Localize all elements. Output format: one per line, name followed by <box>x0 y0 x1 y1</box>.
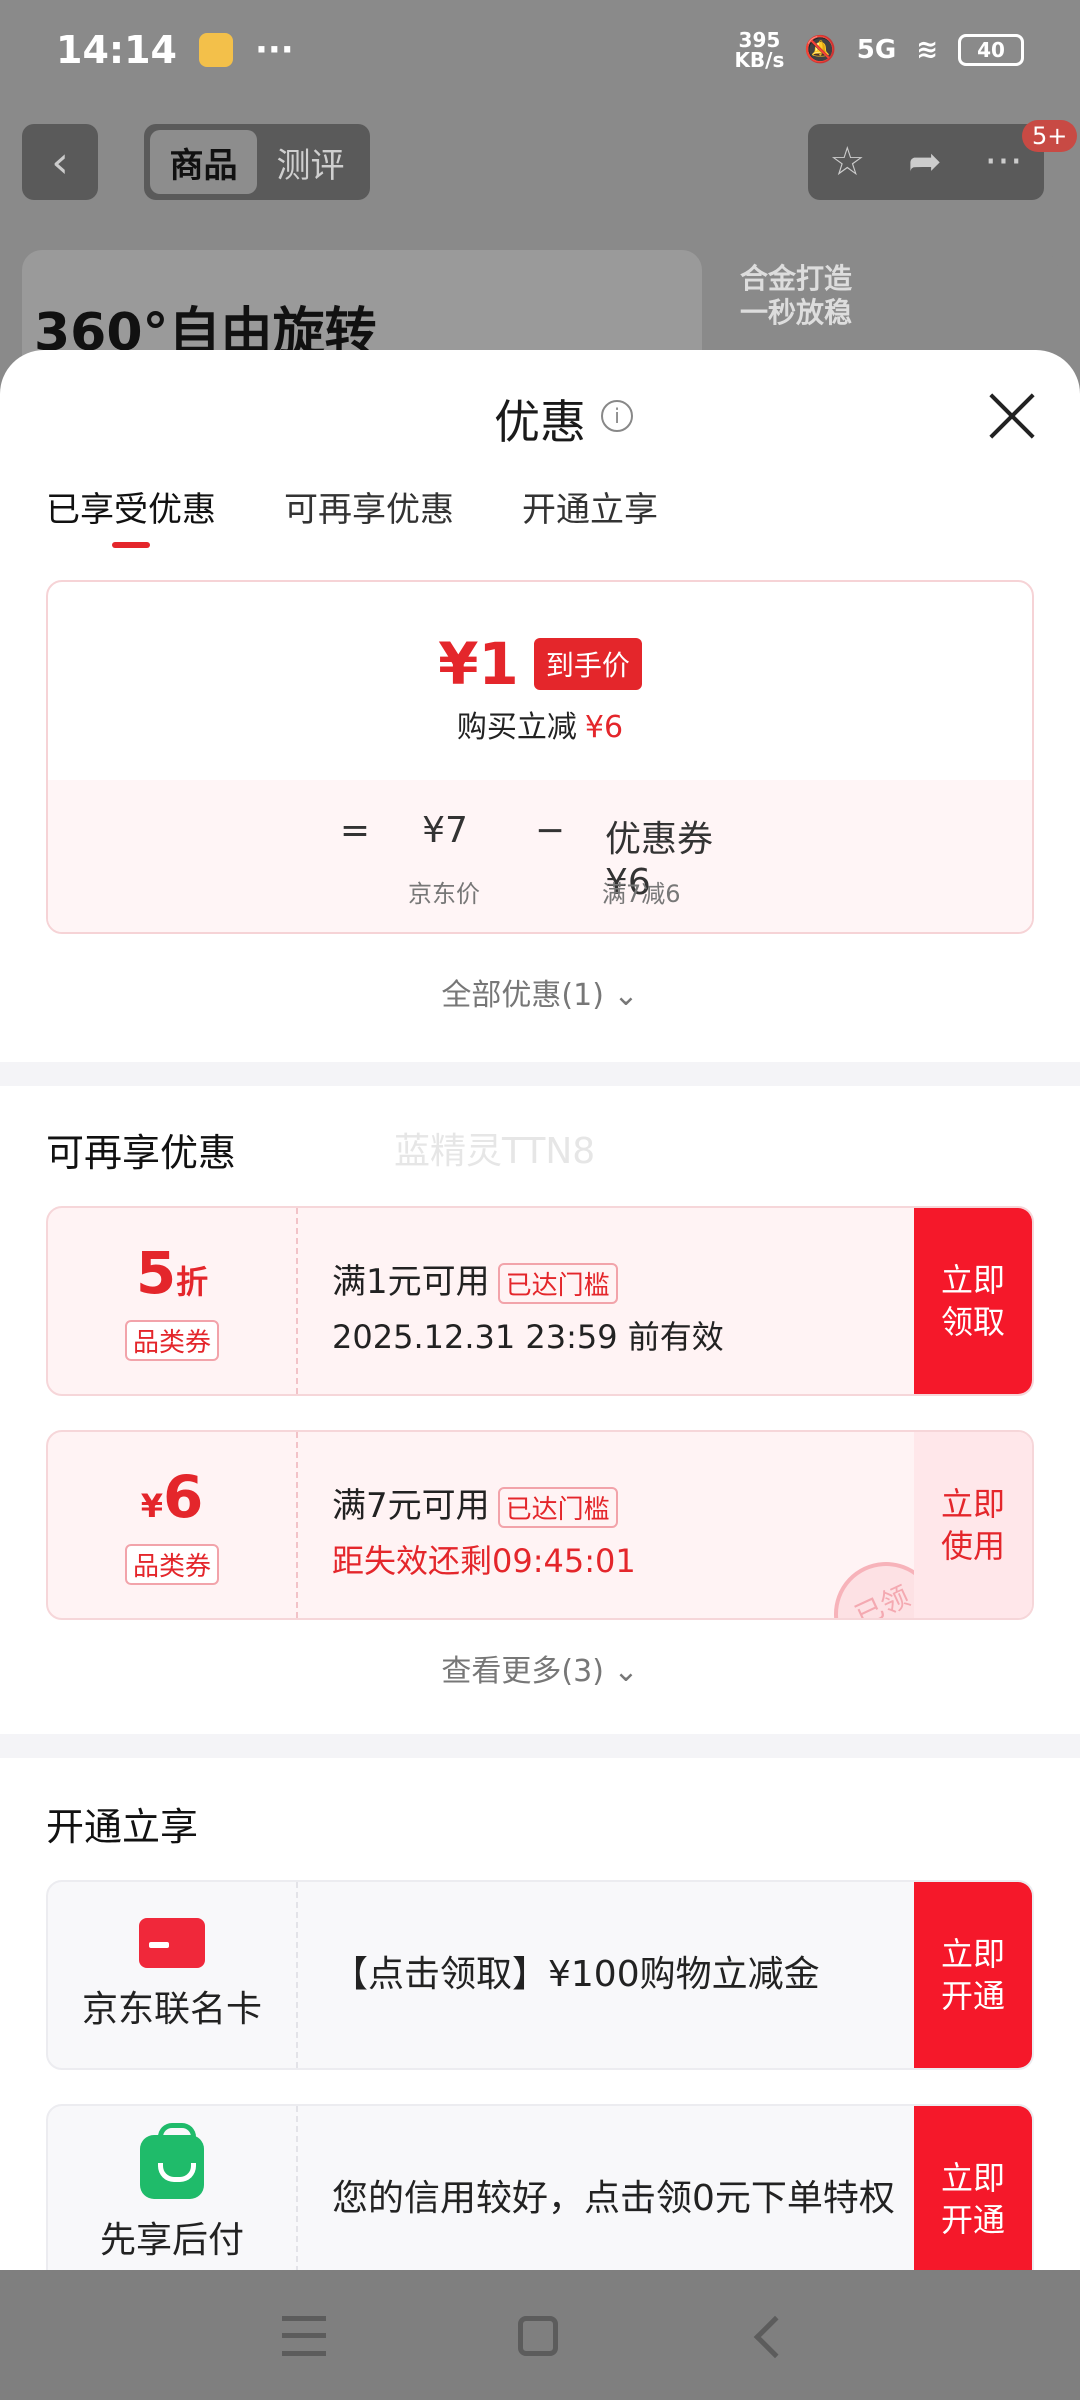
status-bar: 14:14 ··· 395 KB/s 🔕 5G ≋ 40 <box>0 0 1080 100</box>
formula-minus: − <box>534 810 566 851</box>
claim-coupon-button[interactable]: 立即 领取 <box>914 1208 1032 1394</box>
coupon-details: 满7元可用 已达门槛 距失效还剩09:45:01 <box>332 1478 892 1582</box>
service-brand: 先享后付 <box>48 2106 298 2270</box>
sheet-title: 优惠 <box>494 395 586 449</box>
system-nav-bar <box>0 2270 1080 2400</box>
all-deals-link[interactable]: 全部优惠(1) ⌄ <box>0 970 1080 1014</box>
recent-apps-icon[interactable] <box>282 2316 326 2356</box>
coupon-value: ¥6 <box>140 1463 204 1531</box>
tab-enjoyed[interactable]: 已享受优惠 <box>46 470 216 550</box>
service-description: 【点击领取】¥100购物立减金 <box>332 1954 820 1995</box>
coupon-value: 5折 <box>135 1239 209 1307</box>
final-price-value: ¥1 <box>438 630 519 698</box>
info-icon[interactable]: i <box>601 400 633 432</box>
section-divider <box>0 1062 1080 1086</box>
mute-icon: 🔕 <box>804 35 837 65</box>
coupon-card: ¥6 品类券 满7元可用 已达门槛 距失效还剩09:45:01 已领 立即 使用 <box>46 1430 1034 1620</box>
shopping-bag-icon <box>140 2123 204 2199</box>
signal-5g: 5G <box>856 35 897 65</box>
close-icon[interactable] <box>986 390 1038 442</box>
coupon-condition: 满7元可用 <box>332 1486 490 1526</box>
back-nav-icon[interactable] <box>753 2315 797 2359</box>
more-menu-icon[interactable]: ··· <box>984 139 1022 185</box>
open-enjoy-title: 开通立享 <box>46 1805 199 1849</box>
tab-more-deals[interactable]: 可再享优惠 <box>284 470 454 550</box>
coupon-rule-label: 满7减6 <box>602 880 681 908</box>
tab-open-enjoy[interactable]: 开通立享 <box>522 470 658 550</box>
section-divider <box>0 1734 1080 1758</box>
status-time: 14:14 <box>56 28 177 72</box>
final-price-tag: 到手价 <box>533 638 642 690</box>
wifi-icon: ≋ <box>916 35 938 65</box>
discount-tabs: 已享受优惠 可再享优惠 开通立享 <box>0 470 1080 550</box>
service-card: 先享后付 您的信用较好，点击领0元下单特权 立即 开通 <box>46 2104 1034 2270</box>
net-speed: 395 KB/s <box>734 28 785 72</box>
favorite-star-icon[interactable]: ☆ <box>829 139 865 185</box>
use-coupon-button[interactable]: 立即 使用 <box>914 1432 1032 1618</box>
coupon-validity: 2025.12.31 23:59 前有效 <box>332 1318 724 1356</box>
threshold-chip: 已达门槛 <box>497 1487 618 1528</box>
message-badge: 5+ <box>1022 120 1078 152</box>
formula-equals: = <box>339 810 371 851</box>
instant-discount: 购买立减 ¥6 <box>456 710 624 745</box>
threshold-chip: 已达门槛 <box>497 1263 618 1304</box>
service-name: 先享后付 <box>99 2220 244 2261</box>
back-button[interactable]: ‹ <box>22 124 98 200</box>
discount-sheet: 优惠 i 已享受优惠 可再享优惠 开通立享 ¥1 到手价 购买立减 ¥6 = ¥7… <box>0 350 1080 2270</box>
coupon-details: 满1元可用 已达门槛 2025.12.31 23:59 前有效 <box>332 1254 892 1358</box>
coupon-type: 品类券 <box>124 1544 219 1585</box>
thumbnail-text: 合金打造 一秒放稳 <box>740 262 853 329</box>
coupon-value-area: ¥6 品类券 <box>48 1432 298 1618</box>
final-price-card: ¥1 到手价 购买立减 ¥6 = ¥7 − 优惠券 ¥6 京东价 满7减6 <box>46 580 1034 934</box>
top-actions: ☆ ➦ ··· <box>808 124 1044 200</box>
more-deals-title: 可再享优惠 <box>46 1131 237 1175</box>
watermark: 蓝精灵TTN8 <box>394 1131 596 1172</box>
tab-product[interactable]: 商品 <box>150 130 257 194</box>
price-formula: = ¥7 − 优惠券 ¥6 <box>48 810 1032 903</box>
service-brand: 京东联名卡 <box>48 1882 298 2068</box>
battery-icon: 40 <box>958 34 1024 66</box>
sheet-header: 优惠 i <box>0 350 1080 470</box>
credit-card-icon <box>139 1918 205 1968</box>
product-nav-row: ‹ 商品 测评 ☆ ➦ ··· <box>0 124 1080 200</box>
share-icon[interactable]: ➦ <box>908 139 942 185</box>
final-price: ¥1 到手价 <box>48 630 1032 698</box>
jd-price-label: 京东价 <box>408 880 480 908</box>
coupon-value-area: 5折 品类券 <box>48 1208 298 1394</box>
coupon-countdown: 距失效还剩09:45:01 <box>332 1542 636 1580</box>
see-more-link[interactable]: 查看更多(3) ⌄ <box>0 1646 1080 1690</box>
notification-app-icon <box>198 33 233 67</box>
service-description: 您的信用较好，点击领0元下单特权 <box>332 2178 895 2219</box>
service-name: 京东联名卡 <box>81 1989 262 2030</box>
coupon-card: 5折 品类券 满1元可用 已达门槛 2025.12.31 23:59 前有效 立即… <box>46 1206 1034 1396</box>
open-service-button[interactable]: 立即 开通 <box>914 2106 1032 2270</box>
more-notifications-icon: ··· <box>254 30 294 70</box>
service-card: 京东联名卡 【点击领取】¥100购物立减金 立即 开通 <box>46 1880 1034 2070</box>
home-icon[interactable] <box>518 2316 558 2356</box>
tab-review[interactable]: 测评 <box>257 130 364 194</box>
product-tabs: 商品 测评 <box>144 124 370 200</box>
coupon-type: 品类券 <box>124 1320 219 1361</box>
coupon-condition: 满1元可用 <box>332 1262 490 1302</box>
status-indicators: 395 KB/s 🔕 5G ≋ 40 <box>734 30 1024 70</box>
open-service-button[interactable]: 立即 开通 <box>914 1882 1032 2068</box>
